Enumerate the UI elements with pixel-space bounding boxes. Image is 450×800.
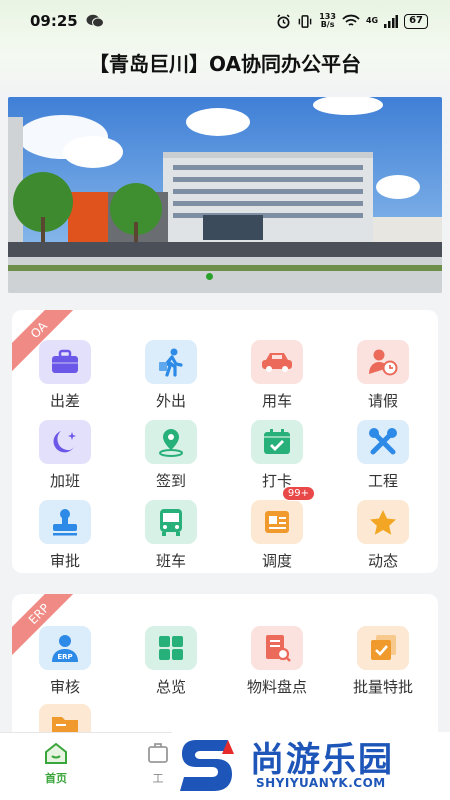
- oa-item-label: 签到: [155, 472, 186, 490]
- page-title: 【青岛巨川】OA协同办公平台: [89, 52, 361, 76]
- watermark-s-logo: [180, 740, 234, 791]
- oa-item-label: 外出: [155, 392, 186, 410]
- banner-indicator-dot: [206, 273, 213, 280]
- oa-item-news[interactable]: 动态: [333, 500, 433, 571]
- oa-item-label: 工程: [367, 472, 398, 490]
- watermark-en: SHYIYUANYK.COM: [256, 776, 386, 790]
- oa-item-label: 出差: [49, 392, 80, 410]
- oa-item-label: 用车: [261, 392, 292, 410]
- oa-item-label: 班车: [155, 552, 186, 570]
- oa-item-shuttle[interactable]: 班车: [121, 500, 221, 571]
- oa-item-label: 调度: [261, 552, 292, 570]
- calendar-check-icon: [251, 420, 303, 464]
- grid-icon: [145, 626, 197, 670]
- watermark: 尚游乐园 SHYIYUANYK.COM: [172, 732, 450, 800]
- oa-item-signin[interactable]: 签到: [121, 420, 221, 491]
- tools-icon: [357, 420, 409, 464]
- erp-icon-text: ERP: [57, 653, 72, 661]
- vibrate-icon: [298, 14, 312, 28]
- home-icon: [45, 742, 67, 764]
- oa-item-leave[interactable]: 请假: [333, 340, 433, 411]
- oa-item-outing[interactable]: 外出: [121, 340, 221, 411]
- document-search-icon: [251, 626, 303, 670]
- oa-item-label: 请假: [367, 392, 398, 410]
- watermark-cn: 尚游乐园: [250, 740, 394, 780]
- bus-icon: [145, 500, 197, 544]
- wechat-icon: [86, 14, 104, 28]
- oa-item-label: 动态: [367, 552, 398, 570]
- erp-person-icon: ERP: [39, 626, 91, 670]
- oa-item-punch[interactable]: 打卡: [227, 420, 327, 491]
- tab-home-label: 首页: [45, 772, 67, 785]
- oa-item-overtime[interactable]: 加班: [15, 420, 115, 491]
- alarm-icon: [277, 13, 290, 28]
- status-bar: 09:25 133 B/s 4G 67: [0, 0, 450, 42]
- stamp-icon: [39, 500, 91, 544]
- oa-card: OA 出差 外出 用车 请假 加班 签到 打卡 工程 审批 班车 99+ 调度 …: [12, 310, 438, 573]
- oa-item-travel[interactable]: 出差: [15, 340, 115, 411]
- oa-item-dispatch[interactable]: 99+ 调度: [227, 486, 327, 571]
- star-icon: [357, 500, 409, 544]
- dispatch-badge: 99+: [281, 486, 315, 501]
- erp-item-label: 物料盘点: [246, 678, 307, 696]
- oa-item-label: 审批: [49, 552, 80, 570]
- status-time: 09:25: [30, 12, 78, 30]
- batch-check-icon: [357, 626, 409, 670]
- erp-card: ERP ERP 审核 总览 物料盘点 批量特批: [12, 594, 438, 754]
- briefcase-icon: [39, 340, 91, 384]
- erp-item-label: 审核: [49, 678, 80, 696]
- walking-person-icon: [145, 340, 197, 384]
- person-clock-icon: [357, 340, 409, 384]
- erp-item-overview[interactable]: 总览: [121, 626, 221, 697]
- dispatch-card-icon: 99+: [251, 486, 315, 544]
- work-icon: [148, 743, 168, 763]
- map-pin-icon: [145, 420, 197, 464]
- moon-star-icon: [39, 420, 91, 464]
- net-type: 4G: [365, 16, 379, 25]
- oa-item-approval[interactable]: 审批: [15, 500, 115, 571]
- wifi-icon: [342, 14, 360, 26]
- tab-home[interactable]: 首页: [26, 741, 86, 786]
- erp-item-label: 总览: [155, 678, 186, 696]
- erp-item-review[interactable]: ERP 审核: [15, 626, 115, 697]
- car-icon: [251, 340, 303, 384]
- oa-item-car[interactable]: 用车: [227, 340, 327, 411]
- erp-item-inventory[interactable]: 物料盘点: [227, 626, 327, 697]
- erp-item-batch-approval[interactable]: 批量特批: [333, 626, 433, 697]
- battery-indicator: 67: [404, 13, 428, 29]
- net-speed-unit: B/s: [320, 20, 335, 29]
- signal-icon: [384, 14, 399, 28]
- oa-item-project[interactable]: 工程: [333, 420, 433, 491]
- oa-item-label: 加班: [49, 472, 80, 490]
- status-right: 133 B/s 4G 67: [276, 13, 428, 29]
- erp-item-label: 批量特批: [352, 678, 413, 696]
- banner-image[interactable]: [8, 97, 442, 293]
- net-speed: 133 B/s: [319, 13, 336, 29]
